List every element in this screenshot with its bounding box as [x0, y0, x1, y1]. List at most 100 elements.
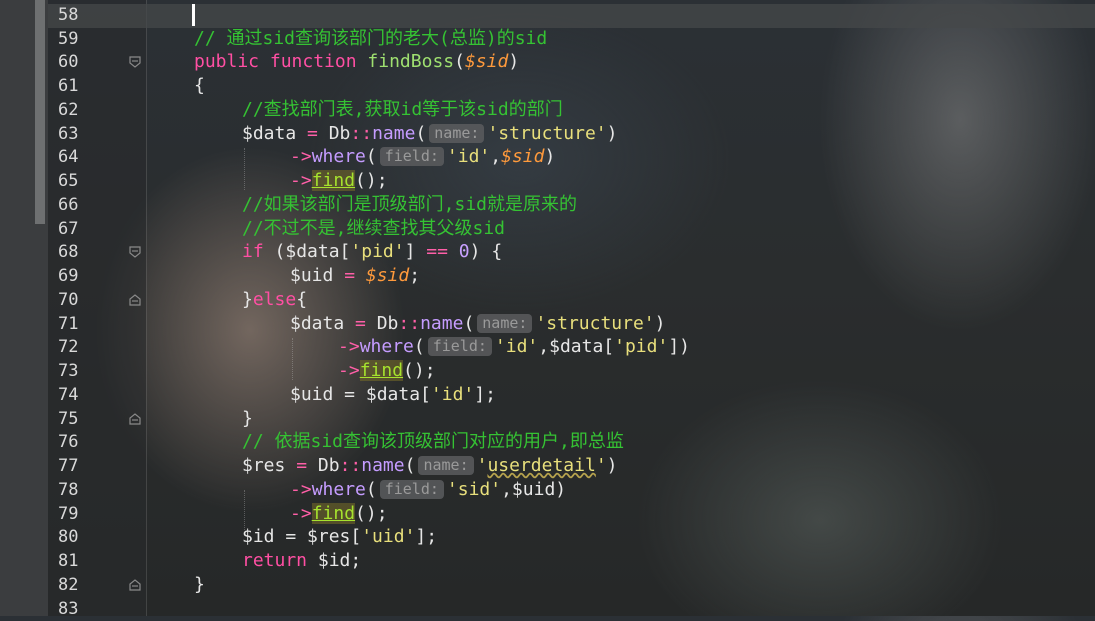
parameter-hint: name: — [477, 314, 533, 333]
code-line[interactable]: $uid = $sid; — [290, 264, 420, 288]
code-method: name — [361, 455, 405, 476]
line-number: 83 — [58, 599, 79, 619]
code-text: ]; — [474, 384, 496, 405]
code-text: $uid = $data[ — [290, 384, 431, 405]
parameter-hint: field: — [379, 480, 444, 499]
line-number: 80 — [58, 527, 79, 547]
code-parameter: $sid — [501, 146, 545, 167]
code-line[interactable]: // 依据sid查询该顶级部门对应的用户,即总监 — [242, 430, 624, 454]
code-variable: $uid — [290, 265, 334, 286]
fold-close-icon[interactable] — [128, 293, 142, 307]
code-line[interactable]: $res = Db::name(name:'userdetail') — [242, 454, 618, 478]
code-string-typo-warning: userdetail — [487, 455, 596, 476]
code-method-highlighted: find — [359, 360, 404, 381]
code-parameter: $sid — [464, 51, 509, 72]
code-class: Db — [317, 455, 340, 476]
code-line[interactable]: { — [194, 74, 205, 98]
line-number: 72 — [58, 337, 79, 357]
code-text: ( — [454, 51, 465, 72]
parameter-hint: name: — [429, 124, 485, 143]
code-text: ]) — [668, 336, 690, 357]
code-line[interactable]: //如果该部门是顶级部门,sid就是原来的 — [242, 193, 577, 217]
line-number: 76 — [58, 432, 79, 452]
code-line[interactable]: // 通过sid查询该部门的老大(总监)的sid — [194, 27, 547, 51]
code-operator: -> — [290, 146, 312, 167]
line-number: 67 — [58, 219, 79, 239]
scrollbar-thumb[interactable] — [35, 0, 45, 224]
code-string: ' — [476, 455, 488, 476]
code-text: ) — [606, 123, 618, 144]
code-text: ) { — [469, 241, 503, 262]
code-text: { — [296, 289, 308, 310]
code-operator: -> — [290, 479, 312, 500]
code-operator: :: — [339, 455, 362, 476]
code-text: ( — [404, 455, 416, 476]
code-operator: -> — [338, 336, 360, 357]
code-line[interactable]: ->where(field:'id',$sid) — [290, 145, 555, 169]
code-text: ( — [463, 313, 475, 334]
fold-open-icon[interactable] — [128, 55, 142, 69]
code-text: ) — [654, 313, 666, 334]
code-comment: //查找部门表,获取id等于该sid的部门 — [242, 99, 563, 120]
code-text: } — [242, 289, 253, 310]
code-method: name — [372, 123, 416, 144]
code-operator: -> — [338, 360, 360, 381]
code-line[interactable]: $uid = $data['id']; — [290, 383, 496, 407]
code-operator: :: — [350, 123, 373, 144]
code-line[interactable]: if ($data['pid'] == 0) { — [242, 240, 502, 264]
fold-close-icon[interactable] — [128, 412, 142, 426]
line-number: 65 — [58, 171, 79, 191]
code-string: 'id' — [430, 384, 475, 405]
code-string: 'id' — [446, 146, 491, 167]
code-line[interactable]: ->where(field:'sid',$uid) — [290, 478, 566, 502]
code-text: $id = $res[ — [242, 526, 362, 547]
line-number: 60 — [58, 52, 79, 72]
code-method-highlighted: find — [311, 170, 356, 191]
fold-open-icon[interactable] — [128, 245, 142, 259]
code-line[interactable]: //不过不是,继续查找其父级sid — [242, 217, 505, 241]
code-string: 'sid' — [446, 479, 502, 500]
code-method: name — [420, 313, 464, 334]
code-line[interactable]: $data = Db::name(name:'structure') — [290, 312, 666, 336]
code-line[interactable]: ->where(field:'id',$data['pid']) — [338, 335, 690, 359]
fold-close-icon[interactable] — [128, 578, 142, 592]
line-number: 81 — [58, 551, 79, 571]
code-text: ( — [413, 336, 425, 357]
code-text: $id; — [307, 550, 362, 571]
code-line[interactable]: }else{ — [242, 288, 307, 312]
code-operator: -> — [290, 170, 312, 191]
code-line[interactable]: $id = $res['uid']; — [242, 525, 437, 549]
code-line[interactable]: ->find(); — [290, 169, 388, 193]
line-number: 77 — [58, 456, 79, 476]
code-comment: // 通过sid查询该部门的老大(总监)的sid — [194, 28, 548, 49]
code-line[interactable]: ->find(); — [290, 502, 388, 526]
code-line[interactable]: return $id; — [242, 549, 361, 573]
code-text: ( — [365, 479, 377, 500]
code-class: Db — [328, 123, 351, 144]
line-number: 59 — [58, 29, 79, 49]
code-text: ; — [409, 265, 421, 286]
code-line[interactable]: ->find(); — [338, 359, 436, 383]
code-operator: = — [285, 455, 318, 476]
code-text: } — [194, 574, 205, 595]
code-string: 'pid' — [614, 336, 669, 357]
code-line[interactable]: $data = Db::name(name:'structure') — [242, 122, 618, 146]
line-number: 69 — [58, 266, 79, 286]
code-class: Db — [376, 313, 399, 334]
code-line[interactable]: //查找部门表,获取id等于该sid的部门 — [242, 98, 563, 122]
code-string: ' — [595, 455, 607, 476]
code-line[interactable]: public function findBoss($sid) — [194, 50, 519, 74]
line-number: 73 — [58, 361, 79, 381]
line-number: 62 — [58, 100, 79, 120]
line-number: 79 — [58, 504, 79, 524]
code-operator: :: — [398, 313, 421, 334]
line-number: 71 — [58, 314, 79, 334]
code-text: (); — [403, 360, 436, 381]
code-text: (); — [355, 503, 388, 524]
code-text: ) — [544, 146, 556, 167]
code-keyword: return — [242, 550, 308, 571]
code-keyword: function — [269, 51, 357, 72]
code-line[interactable]: } — [194, 573, 205, 597]
code-string: 'uid' — [361, 526, 416, 547]
code-line[interactable]: } — [242, 407, 253, 431]
